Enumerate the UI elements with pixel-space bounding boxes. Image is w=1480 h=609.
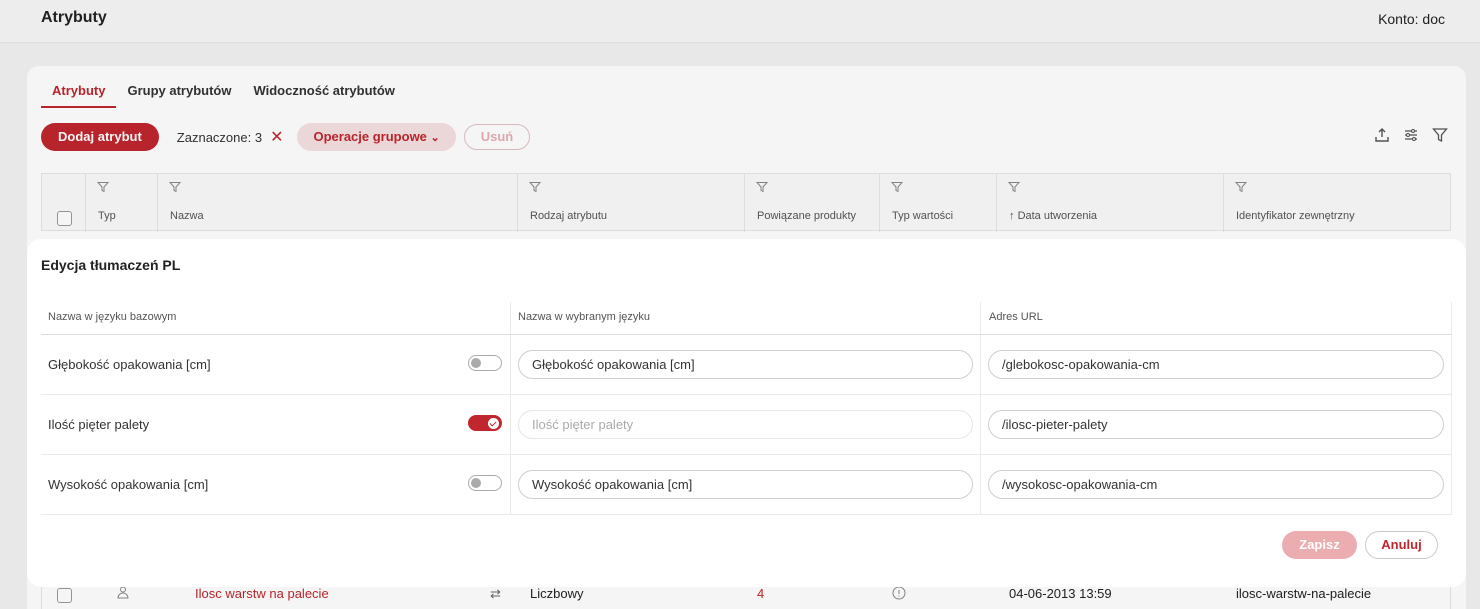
modal-title: Edycja tłumaczeń PL — [41, 257, 181, 273]
translation-table: Nazwa w języku bazowym Nazwa w wybranym … — [41, 302, 1452, 515]
use-base-toggle[interactable] — [468, 475, 502, 491]
translated-name-input[interactable] — [518, 410, 973, 439]
translated-name-input[interactable] — [518, 470, 973, 499]
header-url: Adres URL — [989, 311, 1043, 323]
translation-row: Ilość pięter palety — [41, 395, 1452, 455]
translation-edit-modal: Edycja tłumaczeń PL Nazwa w języku bazow… — [27, 239, 1466, 587]
translated-name-input[interactable] — [518, 350, 973, 379]
url-input[interactable] — [988, 350, 1444, 379]
url-input[interactable] — [988, 470, 1444, 499]
cancel-button[interactable]: Anuluj — [1365, 531, 1438, 559]
use-base-toggle[interactable] — [468, 355, 502, 371]
header-translated-name: Nazwa w wybranym języku — [518, 311, 651, 323]
use-base-toggle[interactable] — [468, 415, 502, 431]
header-base-name: Nazwa w języku bazowym — [48, 311, 177, 323]
save-button[interactable]: Zapisz — [1282, 531, 1357, 559]
base-name: Ilość pięter palety — [48, 417, 150, 432]
translation-row: Głębokość opakowania [cm] — [41, 335, 1452, 395]
translation-row: Wysokość opakowania [cm] — [41, 455, 1452, 515]
base-name: Wysokość opakowania [cm] — [48, 477, 209, 492]
translation-table-header: Nazwa w języku bazowym Nazwa w wybranym … — [41, 302, 1452, 335]
base-name: Głębokość opakowania [cm] — [48, 357, 211, 372]
url-input[interactable] — [988, 410, 1444, 439]
